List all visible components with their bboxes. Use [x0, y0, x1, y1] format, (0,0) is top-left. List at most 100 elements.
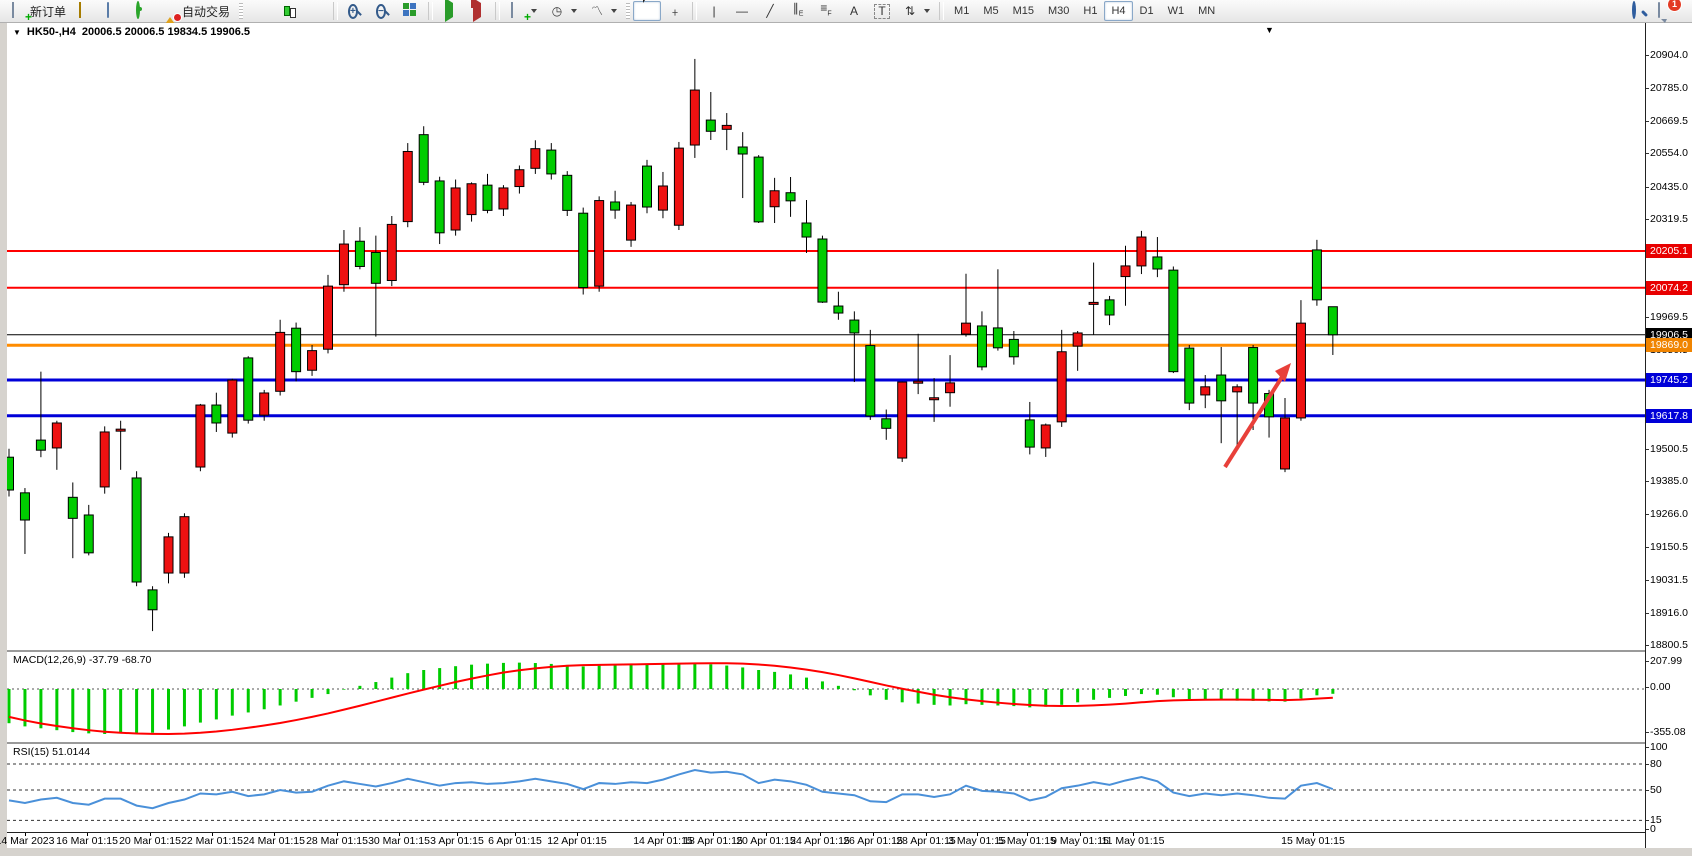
candle-body — [786, 193, 795, 201]
timeframe-button-m15[interactable]: M15 — [1006, 1, 1041, 21]
time-axis[interactable]: 14 Mar 202316 Mar 01:1520 Mar 01:1522 Ma… — [7, 832, 1645, 848]
candle-body — [292, 328, 301, 371]
horizontal-line-tool[interactable]: — — [728, 1, 756, 21]
timeframe-button-mn[interactable]: MN — [1191, 1, 1222, 21]
fibonacci-icon: ≡F — [818, 0, 834, 22]
time-label: 20 Mar 01:15 — [119, 835, 181, 847]
macd-chart[interactable] — [7, 652, 1645, 742]
chart-title: ▼ HK50-,H4 20006.5 20006.5 19834.5 19906… — [13, 26, 250, 38]
new-order-icon — [12, 2, 14, 18]
candlestick-chart-button[interactable] — [274, 1, 302, 21]
chart-symbol-period: HK50-,H4 — [27, 26, 76, 38]
candle-body — [1153, 257, 1162, 269]
candle-body — [52, 423, 61, 448]
time-label: 20 Apr 01:15 — [736, 835, 796, 847]
new-order-button[interactable]: 新订单 — [4, 1, 72, 21]
text-label-tool[interactable]: T — [868, 1, 896, 21]
arrows-tool-dropdown[interactable]: ⇅ — [896, 1, 936, 21]
candle-body — [531, 149, 540, 169]
timeframe-button-h4[interactable]: H4 — [1104, 1, 1132, 21]
timeframe-button-h1[interactable]: H1 — [1076, 1, 1104, 21]
time-label: 30 Mar 01:15 — [368, 835, 430, 847]
candlestick-chart[interactable] — [7, 23, 1645, 650]
chart-shift-button[interactable] — [464, 1, 492, 21]
candle-body — [1233, 387, 1242, 392]
new-chart-dropdown[interactable] — [503, 1, 543, 21]
navigator-button[interactable] — [100, 1, 128, 21]
chat-button[interactable]: 1 — [1658, 3, 1674, 19]
time-label: 6 Apr 01:15 — [488, 835, 542, 847]
time-label: 28 Mar 01:15 — [306, 835, 368, 847]
search-button[interactable] — [1632, 3, 1648, 19]
zoom-in-button[interactable]: + — [341, 1, 369, 21]
price-tick: 19266.0 — [1650, 508, 1688, 520]
signals-button[interactable] — [128, 1, 156, 21]
channel-tool[interactable]: ∥E — [784, 1, 812, 21]
arrows-tool-icon: ⇅ — [902, 3, 918, 19]
bar-chart-button[interactable] — [246, 1, 274, 21]
styler-button[interactable] — [72, 1, 100, 21]
indicators-dropdown[interactable]: 〽 — [583, 1, 623, 21]
candle-body — [1041, 425, 1050, 448]
candle-body — [7, 457, 14, 490]
cursor-icon — [643, 0, 652, 17]
styler-icon — [79, 2, 81, 18]
tile-windows-button[interactable] — [397, 1, 425, 21]
chat-icon — [1658, 2, 1660, 18]
vertical-line-tool[interactable]: | — [700, 1, 728, 21]
trendline-tool[interactable]: ╱ — [756, 1, 784, 21]
trendline-icon: ╱ — [762, 3, 778, 19]
crosshair-tool-button[interactable]: ﹢ — [661, 1, 689, 21]
candle-body — [1217, 375, 1226, 401]
period-dropdown[interactable]: ◷ — [543, 1, 583, 21]
candle-body — [84, 515, 93, 553]
macd-values: -37.79 -68.70 — [89, 654, 151, 666]
text-tool[interactable]: A — [840, 1, 868, 21]
chart-shift-icon — [473, 0, 481, 22]
candle-body — [1185, 348, 1194, 403]
chart-menu-icon[interactable]: ▼ — [13, 28, 21, 37]
rsi-chart[interactable] — [7, 744, 1645, 832]
macd-pane[interactable]: MACD(12,26,9) -37.79 -68.70 — [7, 650, 1645, 742]
price-axis[interactable]: 20904.020785.020669.520554.020435.020319… — [1645, 23, 1692, 848]
cursor-tool-button[interactable] — [633, 1, 661, 21]
candle-body — [898, 382, 907, 458]
candle-body — [212, 405, 221, 423]
time-tick — [766, 833, 767, 836]
text-icon: A — [846, 3, 862, 19]
candle-body — [834, 306, 843, 313]
macd-label: MACD(12,26,9) -37.79 -68.70 — [13, 654, 151, 666]
time-tick — [457, 833, 458, 836]
candle-body — [738, 147, 747, 154]
timeframe-button-m5[interactable]: M5 — [976, 1, 1005, 21]
candle-body — [1281, 418, 1290, 469]
candle-body — [68, 497, 77, 518]
candle-body — [1249, 348, 1258, 404]
auto-scroll-button[interactable] — [436, 1, 464, 21]
timeframe-button-m30[interactable]: M30 — [1041, 1, 1076, 21]
candle-body — [754, 157, 763, 222]
candle-body — [1169, 270, 1178, 372]
candle-body — [483, 185, 492, 210]
zoom-out-button[interactable]: − — [369, 1, 397, 21]
timeframe-button-m1[interactable]: M1 — [947, 1, 976, 21]
line-chart-button[interactable] — [302, 1, 330, 21]
price-badge-20074.2: 20074.2 — [1646, 281, 1692, 295]
timeframe-button-d1[interactable]: D1 — [1133, 1, 1161, 21]
candle-body — [1312, 250, 1321, 300]
rsi-pane[interactable]: RSI(15) 51.0144 — [7, 742, 1645, 832]
time-tick — [25, 833, 26, 836]
toolbar-separator — [939, 2, 944, 20]
auto-trading-button[interactable]: 自动交易 — [156, 1, 236, 21]
fibonacci-tool[interactable]: ≡F — [812, 1, 840, 21]
toolbar-separator — [692, 2, 697, 20]
candle-body — [132, 478, 141, 582]
chart-shift-marker[interactable]: ▼ — [1265, 25, 1274, 35]
main-chart-pane[interactable] — [7, 23, 1645, 650]
vertical-line-icon: | — [706, 3, 722, 19]
text-label-icon: T — [874, 4, 890, 19]
toolbar-separator — [626, 3, 630, 19]
timeframe-button-w1[interactable]: W1 — [1161, 1, 1192, 21]
candle-body — [658, 186, 667, 210]
candle-body — [866, 346, 875, 416]
